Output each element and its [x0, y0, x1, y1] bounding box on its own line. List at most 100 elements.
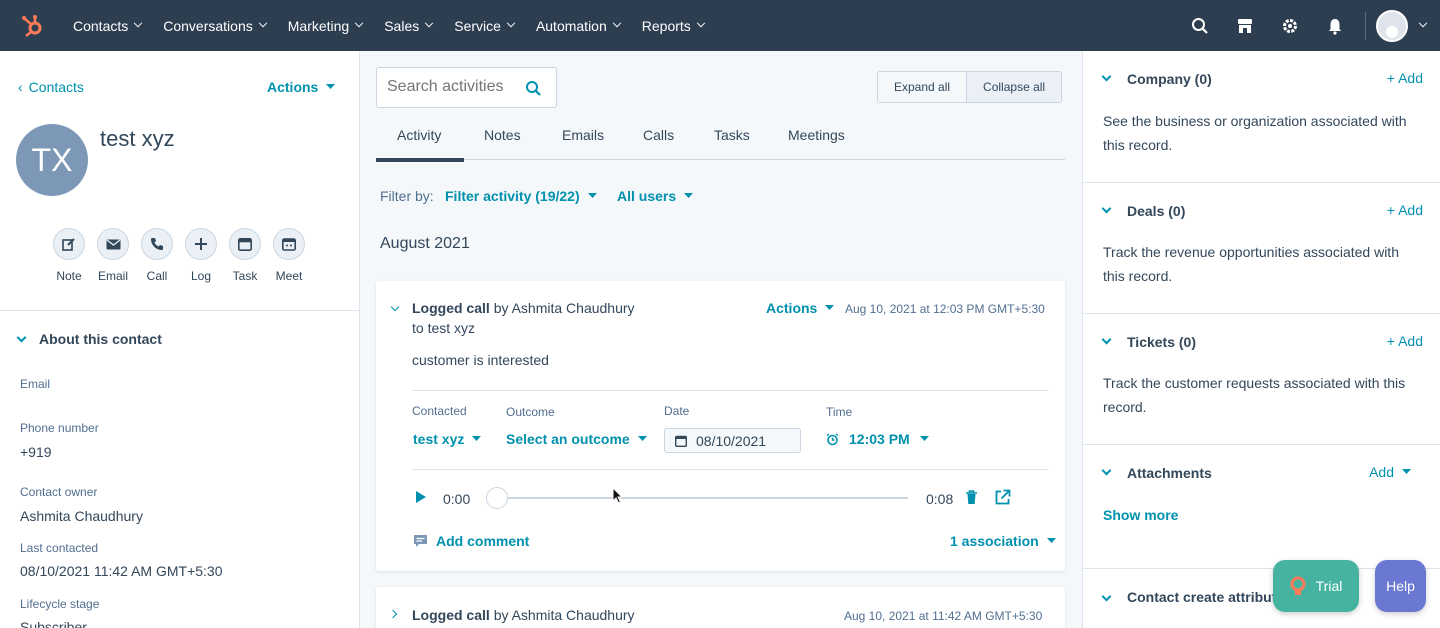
- add-deal-button[interactable]: + Add: [1387, 202, 1423, 218]
- contact-avatar[interactable]: TX: [16, 124, 88, 196]
- caret-down-icon: [684, 193, 694, 198]
- add-ticket-button[interactable]: + Add: [1387, 333, 1423, 349]
- call-label: Call: [146, 269, 168, 283]
- owner-value[interactable]: Ashmita Chaudhury: [20, 508, 143, 524]
- call-button[interactable]: Call: [140, 228, 174, 283]
- mouse-cursor-icon: [612, 487, 623, 504]
- open-external-icon[interactable]: [994, 489, 1011, 506]
- meet-button[interactable]: Meet: [272, 228, 306, 283]
- email-icon: [97, 228, 129, 260]
- chevron-down-icon[interactable]: [1101, 591, 1112, 602]
- month-heading: August 2021: [380, 235, 470, 252]
- active-tab-indicator: [376, 158, 464, 162]
- outcome-label: Outcome: [506, 405, 555, 419]
- chevron-down-icon[interactable]: [1101, 465, 1112, 476]
- card-actions-dropdown[interactable]: Actions: [766, 300, 835, 316]
- time-value: 12:03 PM: [849, 431, 910, 447]
- time-dropdown[interactable]: 12:03 PM: [826, 431, 929, 447]
- trash-icon[interactable]: [965, 490, 978, 505]
- collapse-all-button[interactable]: Collapse all: [967, 72, 1062, 102]
- nav-reports[interactable]: Reports: [642, 18, 706, 34]
- audio-current-time: 0:00: [443, 491, 471, 507]
- chevron-down-icon[interactable]: [390, 302, 400, 312]
- notifications-icon[interactable]: [1312, 0, 1357, 51]
- add-comment-link[interactable]: Add comment: [436, 533, 529, 549]
- tab-emails[interactable]: Emails: [562, 127, 604, 143]
- phone-value[interactable]: +919: [20, 444, 52, 460]
- log-button[interactable]: Log: [184, 228, 218, 283]
- add-company-button[interactable]: + Add: [1387, 70, 1423, 86]
- chevron-right-icon[interactable]: [388, 609, 398, 619]
- show-more-link[interactable]: Show more: [1103, 507, 1178, 523]
- email-button[interactable]: Email: [96, 228, 130, 283]
- activity-card: Logged call by Ashmita Chaudhury to test…: [376, 281, 1065, 571]
- chevron-down-icon[interactable]: [1101, 334, 1112, 345]
- nav-service[interactable]: Service: [454, 18, 516, 34]
- association-dropdown[interactable]: 1 association: [950, 533, 1056, 549]
- chevron-down-icon[interactable]: [1101, 203, 1112, 214]
- search-input[interactable]: [387, 78, 517, 96]
- section-title[interactable]: Deals (0): [1127, 203, 1185, 219]
- nav-marketing[interactable]: Marketing: [288, 18, 364, 34]
- task-label: Task: [232, 269, 258, 283]
- tab-tasks[interactable]: Tasks: [714, 127, 750, 143]
- help-button[interactable]: Help: [1375, 560, 1426, 612]
- settings-icon[interactable]: [1267, 0, 1312, 51]
- activity-body[interactable]: customer is interested: [412, 352, 549, 368]
- tab-activity[interactable]: Activity: [397, 127, 441, 143]
- actions-label: Actions: [267, 79, 319, 95]
- play-icon[interactable]: [415, 490, 427, 504]
- contact-name[interactable]: test xyz: [100, 126, 175, 152]
- section-title[interactable]: Company (0): [1127, 71, 1212, 87]
- phone-icon: [141, 228, 173, 260]
- chevron-down-icon[interactable]: [1418, 18, 1428, 27]
- activity-header: Logged call by Ashmita Chaudhury: [412, 300, 635, 316]
- caret-down-icon: [1046, 538, 1056, 543]
- tab-meetings[interactable]: Meetings: [788, 127, 845, 143]
- task-button[interactable]: Task: [228, 228, 262, 283]
- caret-down-icon: [637, 436, 647, 441]
- lifecycle-value[interactable]: Subscriber: [20, 619, 87, 628]
- search-icon[interactable]: [525, 80, 542, 97]
- date-input[interactable]: 08/10/2021: [664, 428, 801, 453]
- tab-calls[interactable]: Calls: [643, 127, 674, 143]
- tab-notes[interactable]: Notes: [484, 127, 521, 143]
- nav-contacts[interactable]: Contacts: [73, 18, 143, 34]
- note-button[interactable]: Note: [52, 228, 86, 283]
- about-section-toggle[interactable]: About this contact: [16, 331, 162, 347]
- section-title[interactable]: Contact create attributi: [1127, 589, 1280, 605]
- marketplace-icon[interactable]: [1222, 0, 1267, 51]
- section-description: Track the revenue opportunities associat…: [1103, 244, 1399, 284]
- nav-sales[interactable]: Sales: [384, 18, 434, 34]
- chevron-down-icon: [354, 18, 364, 27]
- avatar-head: [1386, 25, 1398, 38]
- section-title[interactable]: Attachments: [1127, 465, 1212, 481]
- outcome-dropdown[interactable]: Select an outcome: [506, 431, 647, 447]
- audio-seek-bar[interactable]: [486, 487, 908, 509]
- time-label: Time: [826, 405, 853, 419]
- back-to-contacts-link[interactable]: ‹ Contacts: [18, 79, 84, 95]
- filter-activity-dropdown[interactable]: Filter activity (19/22): [445, 188, 597, 204]
- section-title[interactable]: Tickets (0): [1127, 334, 1196, 350]
- nav-conversations[interactable]: Conversations: [163, 18, 267, 34]
- nav-automation[interactable]: Automation: [536, 18, 622, 34]
- user-avatar[interactable]: [1376, 9, 1408, 42]
- search-activities-field[interactable]: [376, 67, 557, 108]
- trial-icon: [1290, 576, 1306, 595]
- chevron-down-icon: [696, 18, 706, 27]
- actions-dropdown[interactable]: Actions: [267, 79, 336, 95]
- all-users-dropdown[interactable]: All users: [617, 188, 694, 204]
- chevron-down-icon[interactable]: [1101, 71, 1112, 82]
- contacted-dropdown[interactable]: test xyz: [413, 431, 482, 447]
- add-attachment-dropdown[interactable]: Add: [1369, 464, 1411, 480]
- trial-button[interactable]: Trial: [1273, 560, 1359, 612]
- audio-scrubber-handle[interactable]: [486, 487, 508, 509]
- chevron-left-icon: ‹: [18, 79, 23, 95]
- activity-timestamp: Aug 10, 2021 at 12:03 PM GMT+5:30: [845, 302, 1045, 316]
- expand-all-button[interactable]: Expand all: [878, 72, 968, 102]
- email-label: Email: [97, 269, 128, 283]
- divider: [412, 390, 1049, 391]
- hubspot-logo[interactable]: [18, 11, 48, 41]
- search-icon[interactable]: [1177, 0, 1222, 51]
- plus-icon: [185, 228, 217, 260]
